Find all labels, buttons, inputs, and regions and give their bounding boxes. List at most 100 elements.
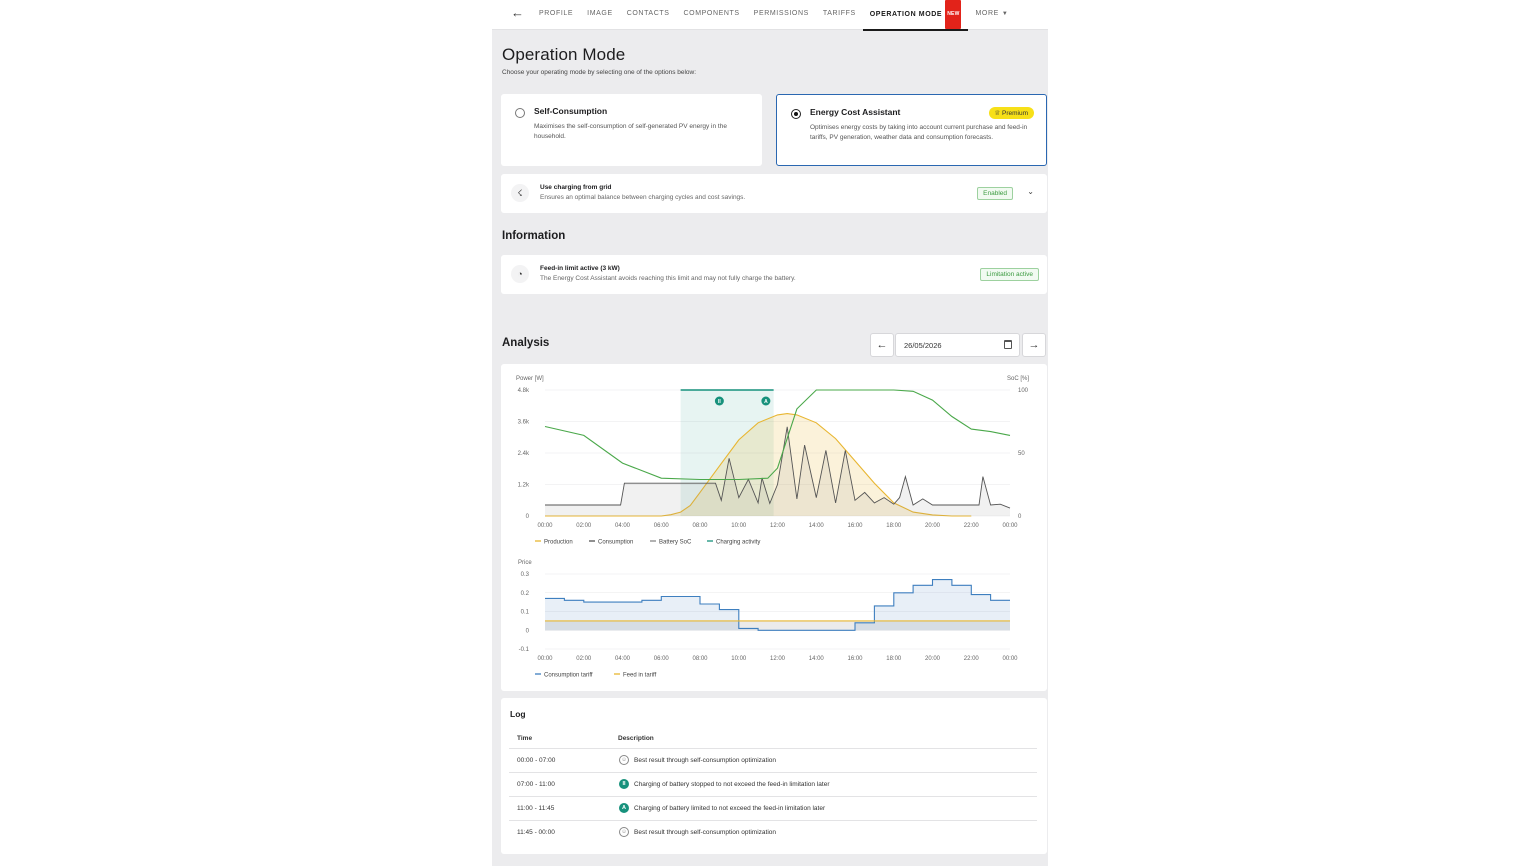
analysis-chart-card: Power [W] SoC [%] 0 1.2k 2.4k 3.6k 4.8k 0 50 100 0… [501,364,1047,691]
y2-tick-label: 50 [1018,451,1025,457]
tab-components[interactable]: COMPONENTS [677,0,747,30]
x-tick-label: 04:00 [615,656,631,662]
log-header-time: Time [517,735,533,742]
premium-badge: ♕ Premium [989,107,1034,119]
y-tick-label: 4.8k [518,388,530,394]
mode-card-energy-cost-assistant[interactable]: Energy Cost Assistant Optimises energy c… [776,94,1047,166]
power-axis-title: Power [W] [516,376,544,382]
page-title: Operation Mode [502,45,626,64]
crown-icon: ♕ [994,110,1002,117]
x-tick-label: 00:00 [537,656,553,662]
x-tick-label: 12:00 [770,523,786,529]
log-time: 07:00 - 11:00 [517,781,555,788]
log-description: Charging of battery stopped to not excee… [634,781,830,788]
y-tick-label: 0 [526,628,530,634]
y-tick-label: 0.2 [521,591,530,597]
tab-operation-mode-label: OPERATION MODE [869,11,943,18]
tab-profile[interactable]: PROFILE [532,0,580,30]
self-consumption-icon: ☺ [619,827,629,837]
tab-operation-mode[interactable]: OPERATION MODE NEW [862,0,969,31]
x-tick-label: 14:00 [809,656,825,662]
y2-tick-label: 0 [1018,514,1022,520]
self-consumption-radio[interactable] [515,108,525,118]
log-title: Log [510,709,526,719]
log-card: Log Time Description 00:00 - 07:00 ☺ Bes… [501,698,1047,854]
feed-in-limit-row: ◔ Feed-in limit active (3 kW) The Energy… [501,255,1047,294]
date-input[interactable]: 26/05/2026 [895,333,1020,357]
arrow-left-icon: ← [876,339,888,351]
mode-description: Optimises energy costs by taking into ac… [810,124,1028,141]
power-chart: Power [W] SoC [%] 0 1.2k 2.4k 3.6k 4.8k 0 50 100 0… [516,376,1029,546]
arrow-right-icon: → [1028,339,1040,351]
y-tick-label: 0.3 [521,572,530,578]
y-tick-label: 2.4k [518,451,530,457]
tab-bar: PROFILE IMAGE CONTACTS COMPONENTS PERMIS… [532,0,1015,31]
x-tick-label: 20:00 [925,656,941,662]
tab-tariffs[interactable]: TARIFFS [816,0,863,30]
x-tick-label: 22:00 [964,523,980,529]
y2-tick-label: 100 [1018,388,1029,394]
x-tick-label: 18:00 [886,523,902,529]
y-tick-label: 3.6k [518,420,530,426]
log-row: 11:45 - 00:00 ☺ Best result through self… [509,820,1037,844]
log-description: Best result through self-consumption opt… [634,757,776,764]
x-tick-label: 00:00 [1002,523,1018,529]
x-tick-label: 10:00 [731,523,747,529]
back-arrow-icon[interactable]: ← [511,6,525,20]
x-tick-label: 04:00 [615,523,631,529]
soc-axis-title: SoC [%] [1007,376,1029,382]
x-tick-label: 14:00 [809,523,825,529]
mode-card-self-consumption[interactable]: Self-Consumption Maximises the self-cons… [501,94,762,166]
caret-down-icon: ▼ [1001,11,1009,17]
legend-label: Production [544,540,573,546]
premium-label: Premium [1001,110,1028,117]
analysis-charts: Power [W] SoC [%] 0 1.2k 2.4k 3.6k 4.8k 0 50 100 0… [516,376,1029,679]
x-tick-label: 06:00 [654,656,670,662]
previous-day-button[interactable]: ← [870,333,894,357]
log-row: 07:00 - 11:00 II Charging of battery sto… [509,772,1037,796]
y-tick-label: 0 [526,514,530,520]
x-tick-label: 00:00 [537,523,553,529]
legend-label: Feed in tariff [623,673,657,679]
legend-label: Charging activity [716,540,760,546]
tab-contacts[interactable]: CONTACTS [620,0,677,30]
next-day-button[interactable]: → [1022,333,1046,357]
power-tower-icon: ☇ [511,184,529,202]
x-tick-label: 02:00 [576,523,592,529]
legend-label: Consumption [598,540,633,546]
log-time: 11:00 - 11:45 [517,805,555,812]
calendar-icon[interactable] [1004,340,1012,349]
charging-marker-label: A [764,399,768,405]
legend-label: Battery SoC [659,540,692,546]
log-time: 00:00 - 07:00 [517,757,556,764]
log-description: Charging of battery limited to not excee… [634,805,826,812]
log-header-description: Description [618,735,654,742]
x-tick-label: 08:00 [692,523,708,529]
gauge-icon: ◔ [511,265,529,283]
energy-cost-assistant-radio[interactable] [791,109,801,119]
x-tick-label: 20:00 [925,523,941,529]
information-heading: Information [502,230,566,242]
chevron-down-icon[interactable]: ⌄ [1027,187,1034,196]
tab-more[interactable]: MORE ▼ [968,0,1015,30]
price-axis-title: Price [518,560,532,566]
log-row: 00:00 - 07:00 ☺ Best result through self… [509,748,1037,772]
mode-title: Self-Consumption [534,106,608,116]
x-tick-label: 18:00 [886,656,902,662]
enabled-badge: Enabled [977,187,1013,200]
new-badge: NEW [945,0,962,29]
date-value: 26/05/2026 [904,341,942,350]
limitation-active-badge: Limitation active [980,268,1039,281]
page-subtitle: Choose your operating mode by selecting … [502,69,697,76]
log-time: 11:45 - 00:00 [517,829,555,836]
tab-image[interactable]: IMAGE [580,0,620,30]
x-tick-label: 00:00 [1002,656,1018,662]
tab-permissions[interactable]: PERMISSIONS [747,0,816,30]
feed-in-limit-title: Feed-in limit active (3 kW) [540,265,620,272]
analysis-heading: Analysis [502,337,550,349]
y-tick-label: 0.1 [521,610,530,616]
grid-charging-row[interactable]: ☇ Use charging from grid Ensures an opti… [501,174,1047,213]
y-tick-label: -0.1 [519,647,530,653]
grid-charging-description: Ensures an optimal balance between charg… [540,194,746,201]
x-tick-label: 16:00 [847,656,863,662]
